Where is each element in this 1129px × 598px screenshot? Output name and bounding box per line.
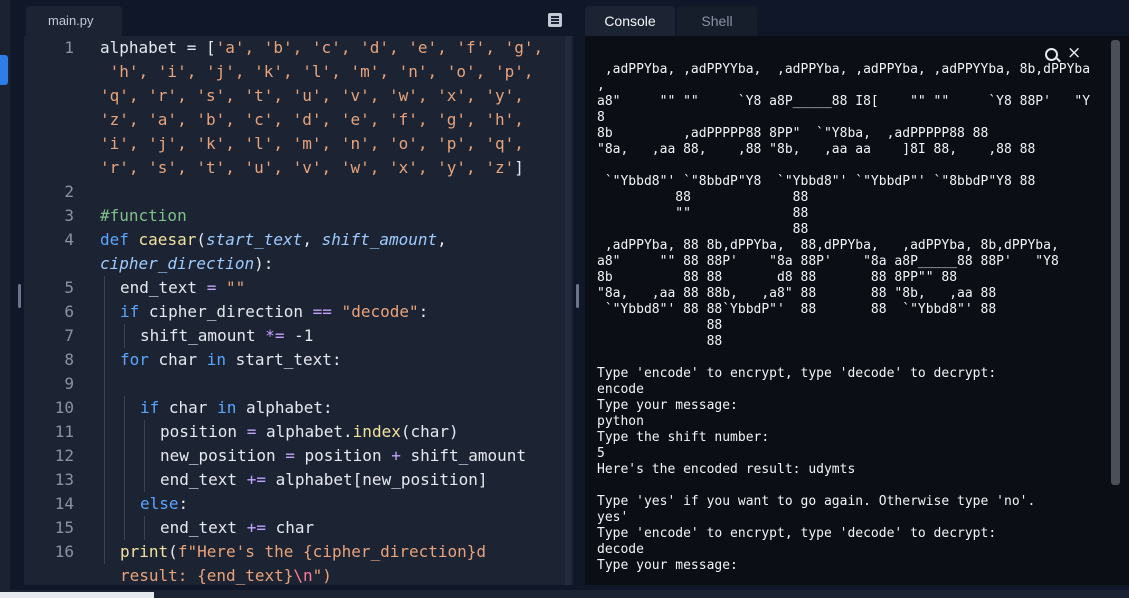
line-number: 11 xyxy=(54,422,74,441)
line-number: 10 xyxy=(54,398,74,417)
code-line: end_text += alphabet[new_position] xyxy=(160,470,488,489)
line-number: 9 xyxy=(64,374,74,393)
line-number: 2 xyxy=(64,182,74,201)
code-line: shift_amount *= -1 xyxy=(140,326,314,345)
code-line: print(f"Here's the {cipher_direction}d xyxy=(120,542,487,561)
indent-guide xyxy=(144,420,145,492)
line-number: 12 xyxy=(54,446,74,465)
line-number: 14 xyxy=(54,494,74,513)
line-number: 6 xyxy=(64,302,74,321)
line-number: 7 xyxy=(64,326,74,345)
code-line: def caesar(start_text, shift_amount, xyxy=(100,230,447,249)
code-line: end_text = "" xyxy=(120,278,246,297)
code-line: for char in start_text: xyxy=(120,350,342,369)
indent-guide xyxy=(124,396,125,540)
code-line: 'r', 's', 't', 'u', 'v', 'w', 'x', 'y', … xyxy=(100,158,524,177)
bottom-bar xyxy=(0,590,1129,598)
code-line: 'h', 'i', 'j', 'k', 'l', 'm', 'n', 'o', … xyxy=(100,62,534,81)
line-number: 16 xyxy=(54,542,74,561)
code-line: if cipher_direction == "decode": xyxy=(120,302,429,321)
editor-tab-bar: main.py xyxy=(24,6,573,36)
console-pane[interactable]: Console Shell × ,adPPYba, ,adPPYYba, ,ad… xyxy=(585,6,1129,585)
tab-shell[interactable]: Shell xyxy=(677,6,757,36)
indent-guide xyxy=(144,516,145,540)
console-tab-bar: Console Shell xyxy=(585,6,1129,36)
line-number: 13 xyxy=(54,470,74,489)
code-line: #function xyxy=(100,206,187,225)
code-line: if char in alphabet: xyxy=(140,398,333,417)
indent-guide xyxy=(124,324,125,348)
tab-console[interactable]: Console xyxy=(585,6,675,36)
code-line: cipher_direction): xyxy=(100,254,274,273)
close-icon[interactable]: × xyxy=(1067,43,1081,63)
code-area[interactable]: 1 2 3 4 5 6 7 8 9 10 11 12 13 14 15 16 a… xyxy=(24,36,573,585)
editor-scrollbar[interactable] xyxy=(565,36,571,585)
horizontal-scrollbar[interactable] xyxy=(0,592,154,598)
code-line: 'i', 'j', 'k', 'l', 'm', 'n', 'o', 'p', … xyxy=(100,134,524,153)
left-rail xyxy=(0,0,10,598)
console-output: ,adPPYba, ,adPPYYba, ,adPPYba, ,adPPYba,… xyxy=(597,62,1091,573)
search-icon[interactable] xyxy=(1045,48,1058,61)
line-number: 4 xyxy=(64,230,74,249)
line-number: 3 xyxy=(64,206,74,225)
file-tab-main-py[interactable]: main.py xyxy=(26,6,122,36)
code-line: 'z', 'a', 'b', 'c', 'd', 'e', 'f', 'g', … xyxy=(100,110,524,129)
code-line: new_position = position + shift_amount xyxy=(160,446,527,465)
active-file-marker xyxy=(0,55,8,85)
code-editor[interactable]: main.py 1 2 3 4 5 6 7 8 9 10 11 12 13 14… xyxy=(24,6,573,585)
code-line: alphabet = ['a', 'b', 'c', 'd', 'e', 'f'… xyxy=(100,38,544,57)
code-line: else: xyxy=(140,494,189,513)
indent-guide xyxy=(104,276,105,564)
line-number: 1 xyxy=(64,38,74,57)
line-number: 15 xyxy=(54,518,74,537)
code-line: end_text += char xyxy=(160,518,315,537)
console-scrollbar[interactable] xyxy=(1111,40,1120,485)
left-splitter-handle[interactable] xyxy=(18,284,21,308)
code-line: position = alphabet.index(char) xyxy=(160,422,459,441)
menu-icon[interactable] xyxy=(548,13,562,27)
code-line: 'q', 'r', 's', 't', 'u', 'v', 'w', 'x', … xyxy=(100,86,524,105)
line-number: 5 xyxy=(64,278,74,297)
pane-splitter-handle[interactable] xyxy=(576,284,579,308)
code-line: result: {end_text}\n") xyxy=(120,566,332,585)
line-number: 8 xyxy=(64,350,74,369)
